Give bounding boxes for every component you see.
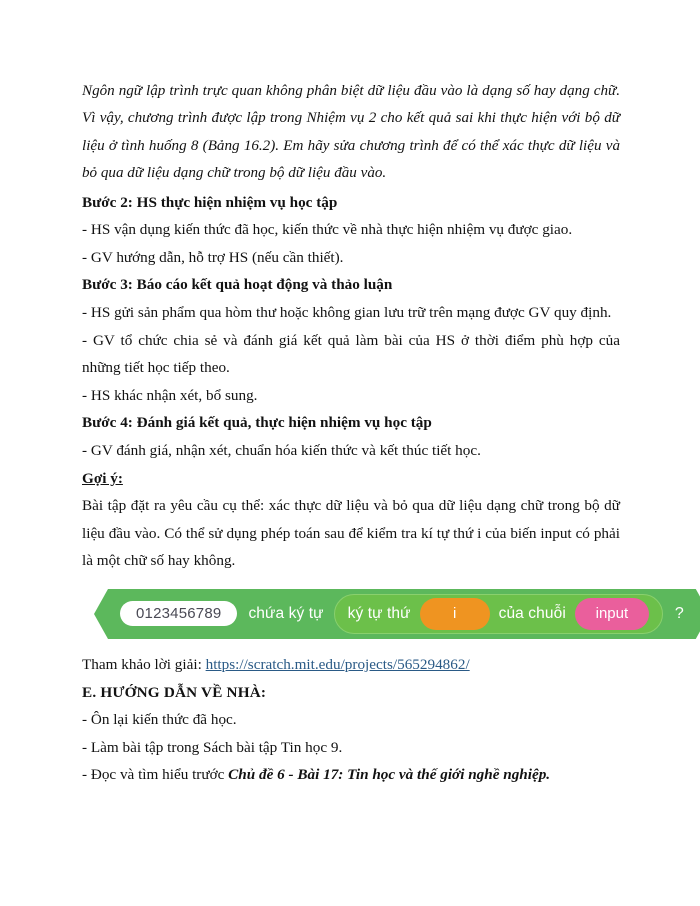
scratch-string-variable[interactable]: input [575, 598, 649, 630]
document-body: Ngôn ngữ lập trình trực quan không phân … [82, 78, 620, 789]
scratch-question-mark: ? [674, 604, 684, 622]
scratch-boolean-block[interactable]: 0123456789 chứa ký tự ký tự thứ i của ch… [94, 589, 700, 639]
scratch-project-link[interactable]: https://scratch.mit.edu/projects/5652948… [206, 656, 470, 673]
scratch-letter-of-block[interactable]: ký tự thứ i của chuỗi input [334, 594, 663, 634]
scratch-index-variable[interactable]: i [420, 598, 490, 630]
step-4-heading: Bước 4: Đánh giá kết quả, thực hiện nhiệ… [82, 414, 432, 432]
scratch-block-figure: 0123456789 chứa ký tự ký tự thứ i của ch… [82, 589, 620, 639]
reference-prefix: Tham khảo lời giải: [82, 655, 206, 673]
step-2-bullet-1: - HS vận dụng kiến thức đã học, kiến thứ… [82, 221, 573, 239]
hint-paragraph: Bài tập đặt ra yêu cầu cụ thể: xác thực … [82, 497, 620, 570]
scratch-label-contains: chứa ký tự [248, 604, 324, 622]
section-e-bullet-1: - Ôn lại kiến thức đã học. [82, 711, 237, 729]
step-3-heading: Bước 3: Báo cáo kết quả hoạt động và thả… [82, 276, 393, 294]
step-2-heading: Bước 2: HS thực hiện nhiệm vụ học tập [82, 193, 338, 211]
section-e-heading: E. HƯỚNG DẪN VỀ NHÀ: [82, 683, 267, 701]
scratch-label-letter-of: ký tự thứ [347, 604, 411, 622]
scratch-label-of-string: của chuỗi [498, 604, 566, 622]
section-e-bullet-3: - Đọc và tìm hiểu trước Chủ đề 6 - Bài 1… [82, 761, 620, 789]
step-4-bullet-1: - GV đánh giá, nhận xét, chuẩn hóa kiến … [82, 441, 481, 459]
scratch-value-input[interactable]: 0123456789 [120, 601, 237, 626]
intro-paragraph: Ngôn ngữ lập trình trực quan không phân … [82, 83, 620, 182]
hint-heading: Gợi ý: [82, 469, 123, 487]
step-3-bullet-2: - GV tổ chức chia sẻ và đánh giá kết quả… [82, 331, 620, 377]
section-e-bullet-3-emphasis: Chủ đề 6 - Bài 17: Tin học và thế giới n… [228, 766, 551, 784]
reference-line: Tham khảo lời giải: https://scratch.mit.… [82, 651, 620, 679]
section-e-bullet-2: - Làm bài tập trong Sách bài tập Tin học… [82, 738, 343, 756]
step-3-bullet-3: - HS khác nhận xét, bổ sung. [82, 386, 258, 404]
step-2-bullet-2: - GV hướng dẫn, hỗ trợ HS (nếu cần thiết… [82, 248, 344, 266]
step-3-bullet-1: - HS gửi sản phẩm qua hòm thư hoặc không… [82, 304, 612, 321]
section-e-bullet-3-prefix: - Đọc và tìm hiểu trước [82, 766, 229, 784]
document-page: Ngôn ngữ lập trình trực quan không phân … [0, 0, 700, 906]
